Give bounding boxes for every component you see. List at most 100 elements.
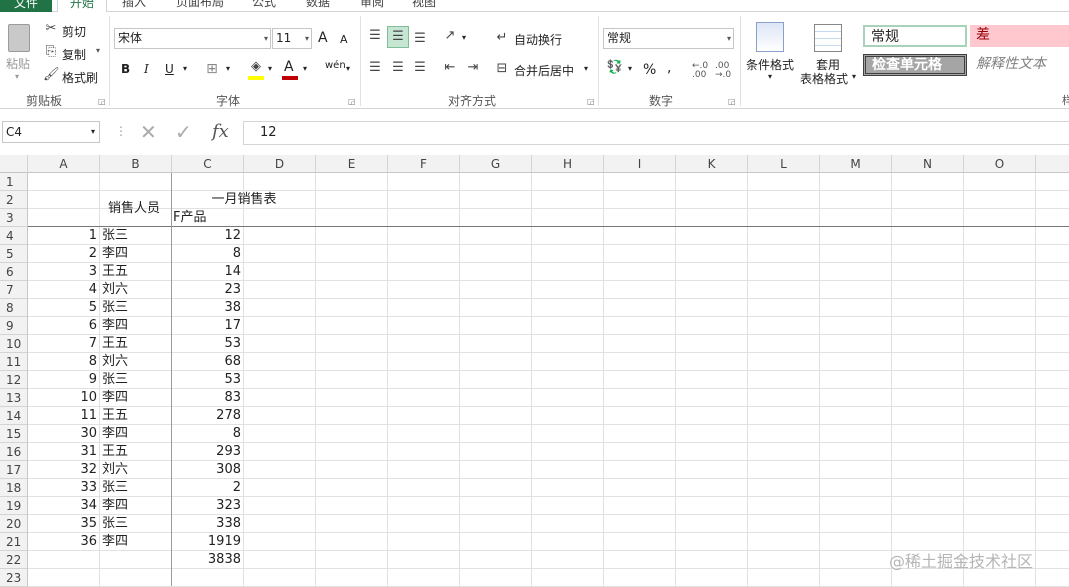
column-header-b[interactable]: B [100,155,172,173]
row-header-5[interactable]: 5 [0,245,28,263]
fill-color-icon[interactable]: ◈ [248,59,264,75]
column-header-f[interactable]: F [388,155,460,173]
cell-id[interactable]: 10 [28,389,100,407]
column-header-d[interactable]: D [244,155,316,173]
cell-name[interactable]: 张三 [100,515,172,533]
cell-name[interactable]: 李四 [100,425,172,443]
cell-value[interactable]: 23 [172,281,244,299]
row-header-13[interactable]: 13 [0,389,28,407]
column-header-a[interactable]: A [28,155,100,173]
underline-dropdown-icon[interactable]: ▾ [183,64,187,73]
row-header-21[interactable]: 21 [0,533,28,551]
row-header-4[interactable]: 4 [0,227,28,245]
decrease-decimal-button[interactable]: .00 →.0 [715,62,737,80]
cell-value[interactable]: 8 [172,245,244,263]
row-header-9[interactable]: 9 [0,317,28,335]
row-header-16[interactable]: 16 [0,443,28,461]
tab-data[interactable]: 数据 [306,0,330,10]
cell-name[interactable]: 刘六 [100,353,172,371]
cell-id[interactable]: 35 [28,515,100,533]
row-header-15[interactable]: 15 [0,425,28,443]
comma-button[interactable]: , [667,60,671,76]
cell-name[interactable]: 李四 [100,389,172,407]
row-header-12[interactable]: 12 [0,371,28,389]
font-color-button[interactable]: A [284,59,294,75]
cell-value[interactable]: 2 [172,479,244,497]
cell-name[interactable]: 王五 [100,443,172,461]
align-center-icon[interactable]: ☰ [389,60,407,76]
column-header-l[interactable]: L [748,155,820,173]
cell-value[interactable]: 293 [172,443,244,461]
row-header-7[interactable]: 7 [0,281,28,299]
align-top-icon[interactable]: ☰ [366,28,384,44]
cell-id[interactable]: 7 [28,335,100,353]
tab-page-layout[interactable]: 页面布局 [176,0,224,10]
cell-name[interactable]: 王五 [100,407,172,425]
font-name-select[interactable]: 宋体 ▾ [114,28,271,49]
font-size-select[interactable]: 11 ▾ [272,28,312,49]
alignment-launcher-icon[interactable]: ◲ [587,97,595,106]
column-header-h[interactable]: H [532,155,604,173]
paste-button[interactable]: 粘贴 ▾ [4,22,34,81]
sheet-title[interactable]: 一月销售表 [172,191,316,209]
cell-id[interactable]: 8 [28,353,100,371]
cell-id[interactable]: 34 [28,497,100,515]
font-color-dropdown-icon[interactable]: ▾ [303,64,307,73]
tab-formulas[interactable]: 公式 [252,0,276,10]
header-person[interactable]: 销售人员 [100,200,172,218]
insert-function-button[interactable]: fx [212,121,229,142]
currency-icon[interactable]: 💱 [606,60,624,76]
cell-id[interactable]: 32 [28,461,100,479]
fill-color-dropdown-icon[interactable]: ▾ [268,64,272,73]
cell-id[interactable]: 31 [28,443,100,461]
row-header-22[interactable]: 22 [0,551,28,569]
style-check-cell[interactable]: 检查单元格 [863,54,967,76]
enter-icon[interactable]: ✓ [175,120,192,144]
format-painter-button[interactable]: 格式刷 [62,69,98,86]
column-header-g[interactable]: G [460,155,532,173]
italic-button[interactable]: I [144,62,149,76]
cell-name[interactable]: 王五 [100,263,172,281]
row-header-23[interactable]: 23 [0,569,28,587]
cell-value[interactable]: 17 [172,317,244,335]
number-launcher-icon[interactable]: ◲ [728,97,736,106]
tab-insert[interactable]: 插入 [122,0,146,10]
conditional-formatting-button[interactable]: 条件格式 ▾ [744,22,796,84]
font-launcher-icon[interactable]: ◲ [348,97,356,106]
cell-id[interactable]: 30 [28,425,100,443]
copy-dropdown-icon[interactable]: ▾ [96,46,100,55]
orientation-icon[interactable]: ↗ [441,28,459,44]
cell-value[interactable]: 83 [172,389,244,407]
row-header-6[interactable]: 6 [0,263,28,281]
cell-id[interactable]: 11 [28,407,100,425]
row-header-3[interactable]: 3 [0,209,28,227]
cell-name[interactable]: 李四 [100,533,172,551]
column-header-e[interactable]: E [316,155,388,173]
currency-dropdown-icon[interactable]: ▾ [628,64,632,73]
cell-id[interactable]: 36 [28,533,100,551]
wrap-text-button[interactable]: 自动换行 [514,31,562,48]
column-header-n[interactable]: N [892,155,964,173]
clipboard-launcher-icon[interactable]: ◲ [98,97,106,106]
cell-id[interactable]: 5 [28,299,100,317]
tab-review[interactable]: 审阅 [360,0,384,10]
cell-value[interactable]: 12 [172,227,244,245]
style-normal[interactable]: 常规 [863,25,967,47]
tab-view[interactable]: 视图 [412,0,436,10]
row-header-1[interactable]: 1 [0,173,28,191]
align-right-icon[interactable]: ☰ [411,60,429,76]
style-bad[interactable]: 差 [970,25,1069,47]
row-header-18[interactable]: 18 [0,479,28,497]
cell-name[interactable]: 张三 [100,299,172,317]
row-header-2[interactable]: 2 [0,191,28,209]
row-header-14[interactable]: 14 [0,407,28,425]
borders-dropdown-icon[interactable]: ▾ [226,64,230,73]
cell-value[interactable]: 1919 [172,533,244,551]
cell-value[interactable]: 53 [172,335,244,353]
cell-name[interactable]: 李四 [100,245,172,263]
cell-id[interactable]: 33 [28,479,100,497]
cell-name[interactable]: 刘六 [100,281,172,299]
column-header-c[interactable]: C [172,155,244,173]
formula-input[interactable]: 12 [243,121,1069,145]
header-product[interactable]: F产品 [172,209,244,227]
